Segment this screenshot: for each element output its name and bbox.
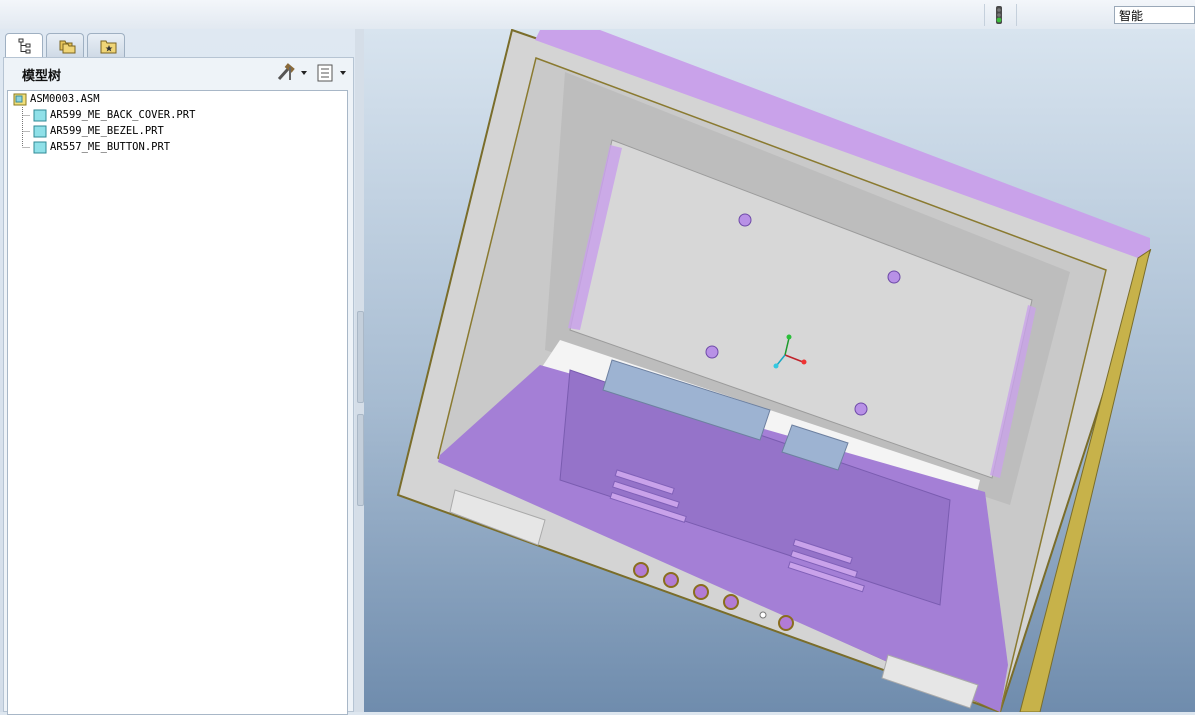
toolbar-separator <box>1016 4 1017 26</box>
part-icon <box>33 109 47 122</box>
selection-filter-input[interactable] <box>1114 6 1195 24</box>
tab-folder-browser[interactable] <box>46 33 84 57</box>
assembly-icon <box>13 93 27 106</box>
splitter-grip[interactable] <box>357 414 364 506</box>
tree-settings-icon <box>277 63 307 81</box>
model-tree-icon <box>18 38 31 54</box>
boss <box>705 345 719 359</box>
folder-browser-icon <box>59 40 76 54</box>
tree-node-label: ASM0003.ASM <box>30 93 100 105</box>
traffic-light-icon[interactable] <box>993 5 1005 25</box>
part-icon <box>33 125 47 138</box>
boss <box>854 402 868 416</box>
panel-title: 模型树 <box>22 69 62 84</box>
tree-show-icon <box>317 64 346 82</box>
model-tree: ASM0003.ASM AR599_ME_BACK_COVER.PRT AR59… <box>7 90 348 715</box>
splitter-grip[interactable] <box>357 311 364 403</box>
tree-node-label: AR599_ME_BACK_COVER.PRT <box>50 109 196 121</box>
part-icon <box>33 141 47 154</box>
tab-favorites[interactable] <box>87 33 125 57</box>
tab-model-tree[interactable] <box>5 33 43 58</box>
model-tree-panel: 模型树 ASM0003.ASM AR599_ME_BACK_COVER.PRT … <box>3 57 354 715</box>
tree-show-button[interactable] <box>316 63 350 83</box>
led-indicator <box>759 611 767 619</box>
3d-model-view[interactable] <box>364 29 1195 712</box>
favorites-icon <box>100 40 117 54</box>
panel-splitter[interactable] <box>355 29 364 712</box>
toolbar-separator <box>984 4 985 26</box>
tree-settings-button[interactable] <box>276 63 310 83</box>
graphics-viewport[interactable] <box>364 29 1195 712</box>
boss <box>738 213 752 227</box>
tree-node-label: AR599_ME_BEZEL.PRT <box>50 125 164 137</box>
tree-node-label: AR557_ME_BUTTON.PRT <box>50 141 171 153</box>
navigator-panel: 模型树 ASM0003.ASM AR599_ME_BACK_COVER.PRT … <box>0 29 355 715</box>
top-toolbar <box>0 0 1195 30</box>
boss <box>887 270 901 284</box>
